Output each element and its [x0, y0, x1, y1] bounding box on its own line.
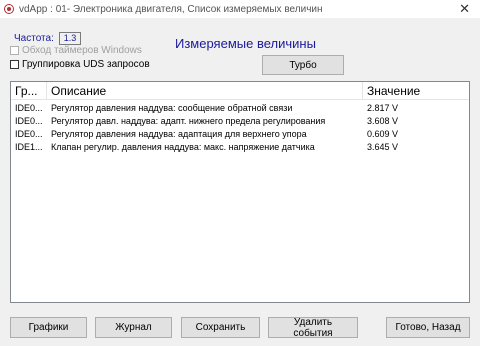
checkbox-box — [10, 46, 19, 55]
row-description: Регулятор давл. наддува: адапт. нижнего … — [51, 116, 326, 126]
title-bar: vdApp : 01- Электроника двигателя, Списо… — [0, 0, 480, 18]
list-row[interactable]: IDE0... Регулятор давл. наддува: адапт. … — [11, 115, 469, 128]
list-rows: IDE0... Регулятор давления наддува: сооб… — [11, 102, 469, 154]
uds-grouping-checkbox[interactable]: Группировка UDS запросов — [10, 59, 150, 70]
main-window: vdApp : 01- Электроника двигателя, Списо… — [0, 0, 480, 346]
done-back-button[interactable]: Готово, Назад — [386, 317, 470, 338]
log-button[interactable]: Журнал — [95, 317, 172, 338]
graphs-button[interactable]: Графики — [10, 317, 87, 338]
row-value: 2.817 V — [367, 103, 399, 113]
row-group: IDE0... — [15, 129, 43, 139]
delete-events-button[interactable]: Удалить события — [268, 317, 358, 339]
close-icon[interactable]: ✕ — [459, 1, 470, 17]
frequency-value: 1.3 — [59, 32, 81, 45]
window-title: vdApp : 01- Электроника двигателя, Списо… — [19, 3, 323, 15]
column-header-group[interactable]: Гр... — [11, 82, 47, 99]
list-row[interactable]: IDE0... Регулятор давления наддува: сооб… — [11, 102, 469, 115]
row-value: 3.645 V — [367, 142, 399, 152]
save-button[interactable]: Сохранить — [181, 317, 260, 338]
checkbox-box[interactable] — [10, 60, 19, 69]
column-header-value[interactable]: Значение — [363, 82, 469, 99]
turbo-button[interactable]: Турбо — [262, 55, 344, 75]
row-description: Клапан регулир. давления наддува: макс. … — [51, 142, 315, 152]
row-description: Регулятор давления наддува: адаптация дл… — [51, 129, 307, 139]
column-header-description[interactable]: Описание — [47, 82, 363, 99]
row-group: IDE0... — [15, 103, 43, 113]
bypass-timers-label: Обход таймеров Windows — [22, 45, 142, 56]
list-header: Гр... Описание Значение — [11, 82, 469, 100]
section-title: Измеряемые величины — [175, 36, 316, 51]
measured-values-list[interactable]: Гр... Описание Значение IDE0... Регулято… — [10, 81, 470, 303]
row-value: 0.609 V — [367, 129, 399, 139]
frequency-label: Частота: — [14, 33, 54, 44]
row-description: Регулятор давления наддува: сообщение об… — [51, 103, 293, 113]
row-value: 3.608 V — [367, 116, 399, 126]
uds-grouping-label: Группировка UDS запросов — [22, 59, 150, 70]
row-group: IDE1... — [15, 142, 43, 152]
list-row[interactable]: IDE1... Клапан регулир. давления наддува… — [11, 141, 469, 154]
bypass-timers-checkbox: Обход таймеров Windows — [10, 45, 142, 56]
app-icon — [4, 4, 14, 14]
list-row[interactable]: IDE0... Регулятор давления наддува: адап… — [11, 128, 469, 141]
row-group: IDE0... — [15, 116, 43, 126]
